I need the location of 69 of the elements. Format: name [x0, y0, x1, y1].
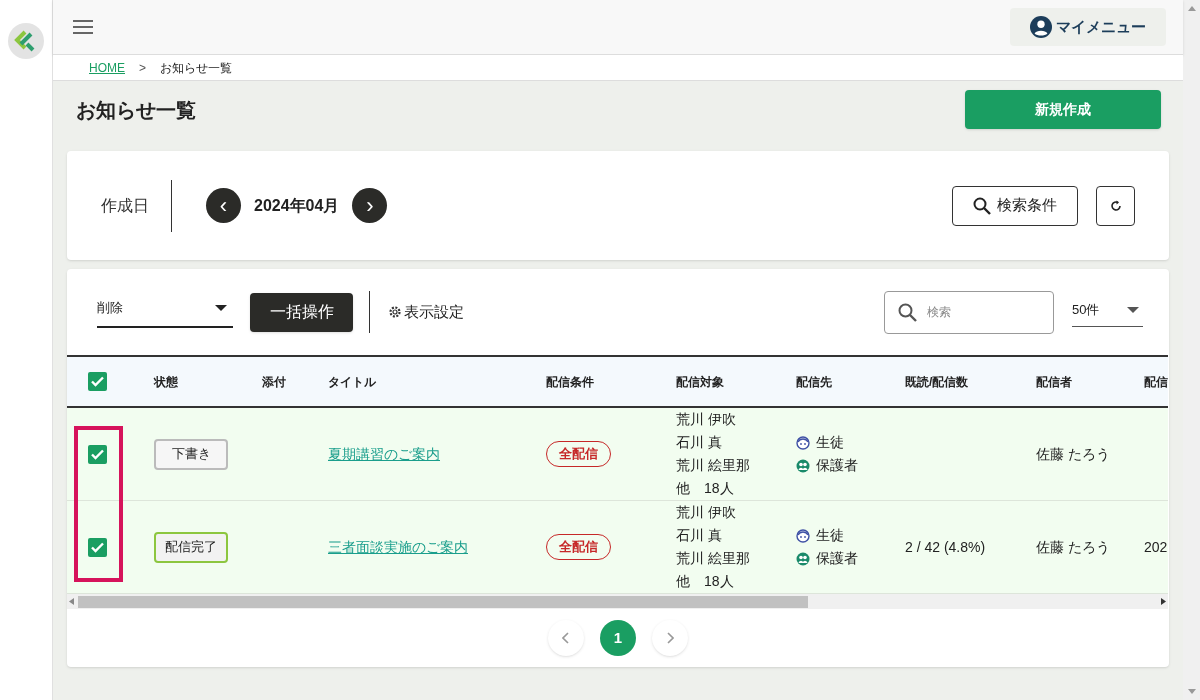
page-title: お知らせ一覧	[76, 97, 196, 123]
people-icon	[796, 551, 810, 566]
date-text: 202	[1144, 537, 1168, 557]
search-icon	[898, 302, 917, 322]
sender-name: 佐藤 たろう	[1036, 537, 1110, 557]
dropdown-caret-icon	[1127, 306, 1139, 313]
search-icon	[973, 196, 991, 215]
next-month-button[interactable]: ›	[352, 188, 388, 223]
search-conditions-button[interactable]: 検索条件	[952, 185, 1078, 226]
breadcrumb-separator: >	[139, 59, 146, 77]
student-face-icon	[796, 528, 810, 543]
scrollbar-thumb[interactable]	[78, 595, 808, 608]
target-name: 石川 真	[676, 526, 723, 545]
target-name: 荒川 絵里那	[676, 549, 750, 568]
column-header: 配信	[1143, 373, 1168, 391]
filter-label: 作成日	[101, 195, 149, 216]
read-count: 2 / 42 (4.8%)	[905, 537, 986, 557]
column-header: 配信先	[795, 373, 833, 391]
scroll-right-icon[interactable]	[1160, 598, 1166, 605]
checkbox[interactable]	[88, 444, 107, 464]
target-name: 荒川 伊吹	[676, 410, 737, 429]
target-name: 石川 真	[676, 433, 723, 452]
target-name: 他 18人	[676, 479, 735, 498]
chevron-icon	[666, 632, 674, 644]
action-select[interactable]: 削除	[97, 296, 233, 328]
target-name: 他 18人	[676, 572, 735, 591]
recipient-label: 保護者	[816, 549, 858, 568]
logo-icon[interactable]	[8, 23, 44, 59]
bulk-action-button[interactable]: 一括操作	[250, 292, 353, 332]
settings-icon	[388, 305, 402, 319]
user-icon	[1030, 16, 1052, 38]
column-header: 配信条件	[545, 373, 595, 391]
sender-name: 佐藤 たろう	[1036, 444, 1110, 464]
refresh-button[interactable]	[1096, 185, 1135, 226]
target-name: 荒川 伊吹	[676, 503, 737, 522]
page-size-select[interactable]: 50件	[1072, 297, 1143, 327]
column-header: 配信対象	[675, 373, 725, 391]
checkbox[interactable]	[88, 372, 107, 391]
column-header: 配信者	[1035, 373, 1073, 391]
display-settings-button[interactable]: 表示設定	[388, 300, 464, 324]
horizontal-scrollbar[interactable]	[67, 594, 1168, 609]
dropdown-caret-icon	[215, 305, 227, 311]
next-page-button[interactable]	[652, 620, 688, 656]
recipient-label: 保護者	[816, 456, 858, 475]
previous-month-button[interactable]: ‹	[206, 188, 241, 223]
my-menu-button[interactable]: マイメニュー	[1010, 8, 1166, 46]
menu-icon[interactable]	[73, 19, 93, 35]
month-label: 2024年04月	[254, 195, 340, 216]
column-header: タイトル	[327, 373, 377, 391]
scroll-up-icon[interactable]	[1187, 6, 1196, 11]
vertical-scrollbar[interactable]	[1183, 0, 1200, 700]
scroll-left-icon[interactable]	[69, 598, 75, 605]
student-face-icon	[796, 435, 810, 450]
search-field[interactable]: 検索	[884, 290, 1054, 334]
breadcrumb-current: お知らせ一覧	[160, 59, 232, 77]
recipient-label: 生徒	[816, 433, 844, 452]
checkbox[interactable]	[88, 537, 107, 557]
people-icon	[796, 458, 810, 473]
column-header: 状態	[152, 373, 179, 391]
target-name: 荒川 絵里那	[676, 456, 750, 475]
recipient-label: 生徒	[816, 526, 844, 545]
chevron-icon	[562, 632, 570, 644]
previous-page-button[interactable]	[548, 620, 584, 656]
column-header: 添付	[261, 373, 287, 391]
status-badge: 下書き	[154, 438, 228, 470]
column-header: 既読/配信数	[904, 373, 970, 391]
refresh-icon	[1108, 198, 1123, 213]
status-badge: 配信完了	[154, 531, 228, 563]
scroll-down-icon[interactable]	[1187, 689, 1196, 694]
